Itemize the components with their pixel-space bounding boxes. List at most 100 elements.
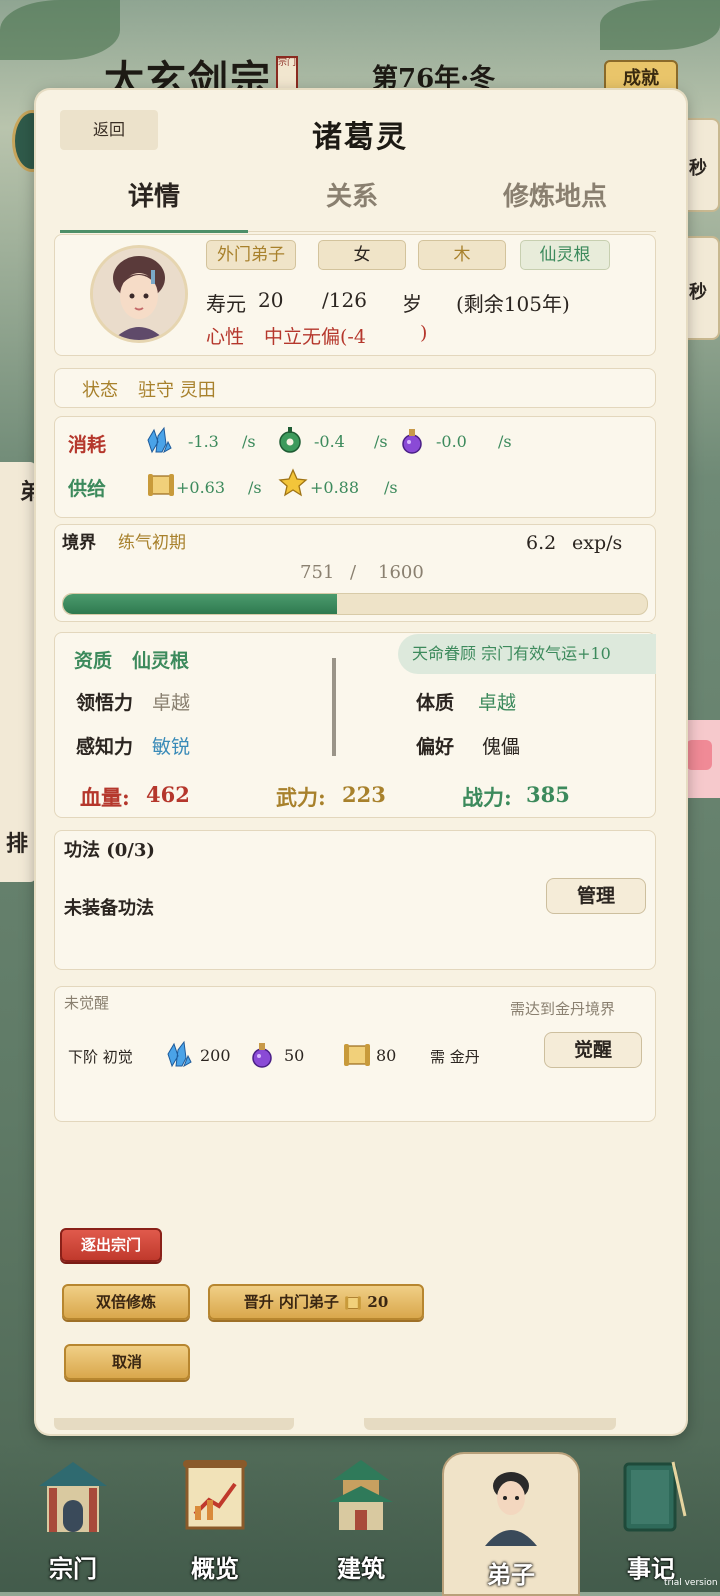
hp-value: 462 [146,782,190,807]
record-book-icon [623,1461,687,1532]
physique-value: 卓越 [478,692,517,714]
aptitude-divider [332,658,336,756]
supply-unit: /s [384,478,398,497]
comprehension-label: 领悟力 [76,692,134,714]
nav-buildings[interactable]: 建筑 [306,1448,416,1588]
fate-badge-text: 天命眷顾 宗门有效气运+10 [412,644,611,663]
expel-button[interactable]: 逐出宗门 [60,1228,162,1262]
aptitude-label: 资质 [74,650,113,672]
consume-value: -0.4 [314,432,345,451]
perception-label: 感知力 [76,736,134,758]
supply-value: +0.63 [176,478,226,497]
max-age-value: /126 [322,288,367,312]
bg-partial-text: 排 [6,831,29,857]
power-label: 战力: [462,785,512,810]
promote-label: 晋升 内门弟子 [243,1293,339,1311]
exp-rate-unit: exp/s [572,532,623,554]
star-icon [278,468,308,497]
age-value: 20 [258,288,284,312]
spirit-crystal-icon [167,1040,192,1068]
disciple-portrait-icon [485,1472,537,1546]
tab-relations[interactable]: 关系 [282,176,422,213]
temperament-close: ) [420,322,428,344]
techniques-title: 功法 (0/3) [64,840,155,861]
promote-cost: 20 [367,1293,389,1311]
leaf-decoration [600,0,720,50]
preference-value: 傀儡 [482,736,521,758]
supply-value: +0.88 [310,478,360,497]
element-badge: 木 [418,240,506,270]
disciple-name: 诸葛灵 [312,120,408,155]
scroll-icon [345,1296,361,1310]
temperament-value: 中立无偏(-4 [264,326,366,348]
awakening-next: 下阶 初觉 [68,1048,133,1066]
awakening-requirement: 需达到金丹境界 [510,1000,616,1018]
aptitude-value: 仙灵根 [132,650,190,672]
supply-unit: /s [248,478,262,497]
avatar [90,245,188,343]
awakening-cost: 200 [200,1046,231,1065]
comprehension-value: 卓越 [152,692,191,714]
fate-badge: 天命眷顾 宗门有效气运+10 [398,634,656,674]
exp-total: 1600 [378,562,424,583]
temperament-label: 心性 [206,326,245,348]
leaf-decoration [0,0,120,60]
sect-seal: 宗门 [276,56,298,90]
promote-button[interactable]: 晋升 内门弟子 20 [208,1284,424,1320]
scroll-icon [148,474,174,496]
active-tab-indicator [60,230,248,233]
force-value: 223 [342,782,386,807]
exp-progress-fill [63,594,338,614]
consume-value: -1.3 [188,432,219,451]
sect-gate-icon [39,1462,107,1532]
consume-unit: /s [242,432,256,451]
realm-value: 练气初期 [118,533,186,553]
bilibili-icon [686,740,712,770]
exp-separator: / [350,562,357,583]
awakening-cost: 80 [376,1046,397,1065]
cancel-button[interactable]: 取消 [64,1344,190,1380]
realm-label: 境界 [62,533,96,553]
economy-card [54,416,656,518]
status-value: 驻守 灵田 [138,380,216,401]
jade-icon [279,427,301,453]
consume-label: 消耗 [68,434,107,456]
perception-value: 敏锐 [152,736,191,758]
potion-icon [402,429,422,454]
nav-label: 建筑 [337,1554,385,1583]
awaken-button[interactable]: 觉醒 [544,1032,642,1068]
awakening-status: 未觉醒 [64,994,110,1012]
nav-label: 弟子 [487,1560,535,1589]
awakening-cost: 50 [284,1046,305,1065]
root-badge: 仙灵根 [520,240,610,270]
age-unit: 岁 [402,292,422,316]
exp-current: 751 [300,562,335,583]
supply-label: 供给 [68,478,107,500]
double-cultivate-button[interactable]: 双倍修炼 [62,1284,190,1320]
pagoda-icon [329,1460,393,1530]
physique-label: 体质 [416,692,455,714]
watermark: trial version [664,1578,718,1588]
nav-records[interactable]: 事记 [596,1448,706,1588]
exp-rate: 6.2 [526,532,557,554]
nav-label: 概览 [191,1554,239,1583]
bg-partial-text: 弟 [20,479,43,505]
nav-sect[interactable]: 宗门 [18,1448,128,1588]
power-value: 385 [526,782,570,807]
nav-label: 宗门 [49,1554,97,1583]
manage-techniques-button[interactable]: 管理 [546,878,646,914]
bg-card-edge [54,1418,294,1430]
tab-cultivation-site[interactable]: 修炼地点 [470,176,640,213]
bg-card-edge [364,1418,616,1430]
hp-label: 血量: [80,785,130,810]
nav-disciples[interactable]: 弟子 [442,1452,580,1596]
lifespan-label: 寿元 [206,292,246,316]
gender-badge: 女 [318,240,406,270]
nav-overview[interactable]: 概览 [160,1448,270,1588]
consume-value: -0.0 [436,432,467,451]
bg-list-panel: 弟 排 [0,462,43,882]
scroll-icon [344,1044,370,1066]
avatar-portrait-icon [93,248,185,340]
tab-details[interactable]: 详情 [84,176,224,213]
potion-icon [252,1043,272,1068]
